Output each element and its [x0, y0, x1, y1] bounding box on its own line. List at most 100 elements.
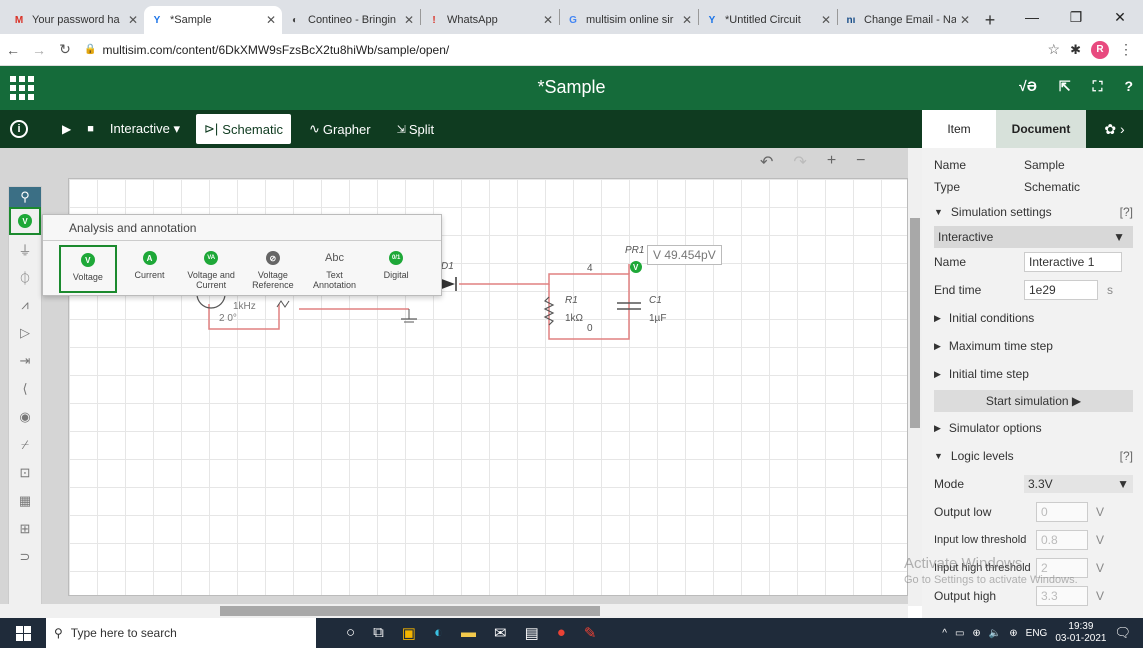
zoom-out-icon[interactable]: −: [856, 152, 865, 172]
max-time-step-section[interactable]: ▶ Maximum time step: [922, 332, 1143, 360]
clock[interactable]: 19:39 03-01-2021: [1055, 621, 1106, 645]
logic-levels-section[interactable]: ▼ Logic levels [?]: [922, 442, 1143, 470]
chrome-icon[interactable]: ●: [557, 624, 566, 642]
schematic-canvas[interactable]: V PR1 V 49.454pV 4 0 R1 1kΩ C1 1µF D1 1k…: [0, 148, 908, 606]
extensions-icon[interactable]: ✱: [1070, 42, 1081, 58]
cortana-icon[interactable]: ○: [346, 624, 355, 642]
switch-tool-icon[interactable]: ⌿: [9, 431, 41, 459]
analysis-tool-item[interactable]: V Voltage: [59, 245, 117, 293]
file-explorer-icon[interactable]: ▬: [461, 624, 476, 642]
browser-tab[interactable]: ! WhatsApp ✕: [421, 6, 559, 34]
tab-close-icon[interactable]: ✕: [266, 13, 276, 27]
analysis-tool-item[interactable]: 0/1 Digital: [367, 245, 425, 293]
notifications-icon[interactable]: 🗨: [1114, 625, 1131, 641]
play-button[interactable]: ▶: [36, 110, 79, 148]
tab-item[interactable]: Item: [922, 110, 996, 148]
language-indicator[interactable]: ENG: [1026, 628, 1048, 639]
network-icon[interactable]: ⊕: [972, 628, 980, 639]
simulator-options-section[interactable]: ▶ Simulator options: [922, 414, 1143, 442]
minimize-icon[interactable]: —: [1010, 0, 1054, 34]
tray-chevron-icon[interactable]: ^: [942, 628, 947, 639]
meter-tool-icon[interactable]: ◉: [9, 403, 41, 431]
tab-close-icon[interactable]: ✕: [960, 13, 970, 27]
reload-icon[interactable]: ↻: [52, 37, 78, 63]
browser-tab[interactable]: M Your password ha ✕: [6, 6, 144, 34]
task-view-icon[interactable]: ⧉: [373, 624, 384, 642]
analysis-tool-item[interactable]: Abc Text Annotation: [306, 245, 364, 293]
probe-tool-button[interactable]: V: [9, 207, 41, 235]
stop-button[interactable]: ■: [79, 110, 102, 148]
tab-close-icon[interactable]: ✕: [821, 13, 831, 27]
simulation-mode-select[interactable]: Interactive ▼: [934, 226, 1133, 248]
mode-select[interactable]: 3.3V ▼: [1024, 475, 1133, 493]
back-icon[interactable]: ←: [0, 37, 26, 63]
ic-tool-icon[interactable]: ▦: [9, 487, 41, 515]
vertical-scroll-thumb[interactable]: [910, 218, 920, 428]
info-button[interactable]: i: [0, 110, 36, 148]
sim-name-field[interactable]: Interactive 1: [1024, 252, 1122, 272]
transistor-tool-icon[interactable]: ⟨: [9, 375, 41, 403]
tab-close-icon[interactable]: ✕: [543, 13, 553, 27]
tab-close-icon[interactable]: ✕: [404, 13, 414, 27]
star-icon[interactable]: ☆: [1048, 41, 1061, 58]
browser-tab[interactable]: Y *Sample ✕: [144, 6, 282, 34]
undo-icon[interactable]: ↶: [760, 152, 773, 172]
profile-avatar[interactable]: R: [1091, 40, 1109, 59]
zoom-in-icon[interactable]: +: [827, 152, 836, 172]
browser-tab[interactable]: nı Change Email - Na ✕: [838, 6, 976, 34]
redo-icon[interactable]: ↷: [793, 152, 806, 172]
input-method-icon[interactable]: ⊕: [1009, 628, 1017, 639]
initial-conditions-section[interactable]: ▶ Initial conditions: [922, 304, 1143, 332]
tab-grapher[interactable]: ∿ Grapher: [301, 110, 379, 148]
relay-tool-icon[interactable]: ⊞: [9, 515, 41, 543]
formula-icon[interactable]: √Ә: [1019, 78, 1037, 95]
edge-icon[interactable]: ◐: [434, 624, 443, 642]
taskbar-search-box[interactable]: ⚲ Type here to search: [46, 618, 316, 648]
connector-tool-icon[interactable]: ⊡: [9, 459, 41, 487]
diode-tool-icon[interactable]: ⇥: [9, 347, 41, 375]
horizontal-scrollbar[interactable]: [0, 604, 908, 618]
browser-tab[interactable]: ◐ Contineo - Bringin ✕: [282, 6, 420, 34]
horizontal-scroll-thumb[interactable]: [220, 606, 600, 616]
tab-schematic[interactable]: ⊳| Schematic: [196, 114, 291, 144]
help-link[interactable]: [?]: [1120, 449, 1133, 463]
logic-gate-tool-icon[interactable]: ⊃: [9, 543, 41, 571]
tab-document[interactable]: Document: [996, 110, 1086, 148]
resistor-tool-icon[interactable]: ⩘: [9, 291, 41, 319]
tab-close-icon[interactable]: ✕: [682, 13, 692, 27]
forward-icon[interactable]: →: [26, 37, 52, 63]
gear-icon[interactable]: ✿ ›: [1086, 110, 1143, 148]
initial-time-step-section[interactable]: ▶ Initial time step: [922, 360, 1143, 388]
ground-tool-icon[interactable]: ⏚: [9, 235, 41, 263]
tab-split[interactable]: ⇲ Split: [389, 110, 443, 148]
new-tab-button[interactable]: +: [976, 6, 1004, 34]
source-tool-icon[interactable]: ⏀: [9, 263, 41, 291]
fullscreen-icon[interactable]: ⛶: [1093, 78, 1103, 95]
tab-close-icon[interactable]: ✕: [128, 13, 138, 27]
edit-external-icon[interactable]: ⇱: [1059, 78, 1071, 95]
search-icon[interactable]: ⚲: [9, 187, 41, 207]
analysis-tool-item[interactable]: A Current: [121, 245, 179, 293]
help-link[interactable]: [?]: [1120, 205, 1133, 219]
volume-icon[interactable]: 🔈: [989, 628, 1001, 639]
vertical-scrollbar[interactable]: [908, 148, 922, 606]
browser-tab[interactable]: Y *Untitled Circuit ✕: [699, 6, 837, 34]
restore-icon[interactable]: ❐: [1054, 0, 1098, 34]
opamp-tool-icon[interactable]: ▷: [9, 319, 41, 347]
simulation-settings-section[interactable]: ▼ Simulation settings [?]: [922, 198, 1143, 226]
start-simulation-button[interactable]: Start simulation ▶: [934, 390, 1133, 412]
analysis-tool-item[interactable]: ⊘ Voltage Reference: [244, 245, 302, 293]
end-time-field[interactable]: 1e29: [1024, 280, 1098, 300]
browser-tab[interactable]: Gmultisim online sir ✕: [560, 6, 698, 34]
battery-icon[interactable]: ▭: [955, 628, 964, 639]
mail-icon[interactable]: ✉: [494, 624, 507, 642]
notepad-icon[interactable]: ▤: [525, 624, 539, 642]
url-field[interactable]: 🔒 multisim.com/content/6DkXMW9sFzsBcX2tu…: [84, 36, 1004, 63]
close-window-icon[interactable]: ✕: [1098, 0, 1142, 34]
menu-kebab-icon[interactable]: ⋮: [1119, 41, 1133, 58]
windows-start-button[interactable]: [0, 618, 46, 648]
pdf-icon[interactable]: ✎: [584, 624, 597, 642]
help-icon[interactable]: ?: [1124, 78, 1133, 95]
analysis-tool-item[interactable]: VA Voltage and Current: [182, 245, 240, 293]
mode-dropdown[interactable]: Interactive ▾: [102, 110, 188, 148]
